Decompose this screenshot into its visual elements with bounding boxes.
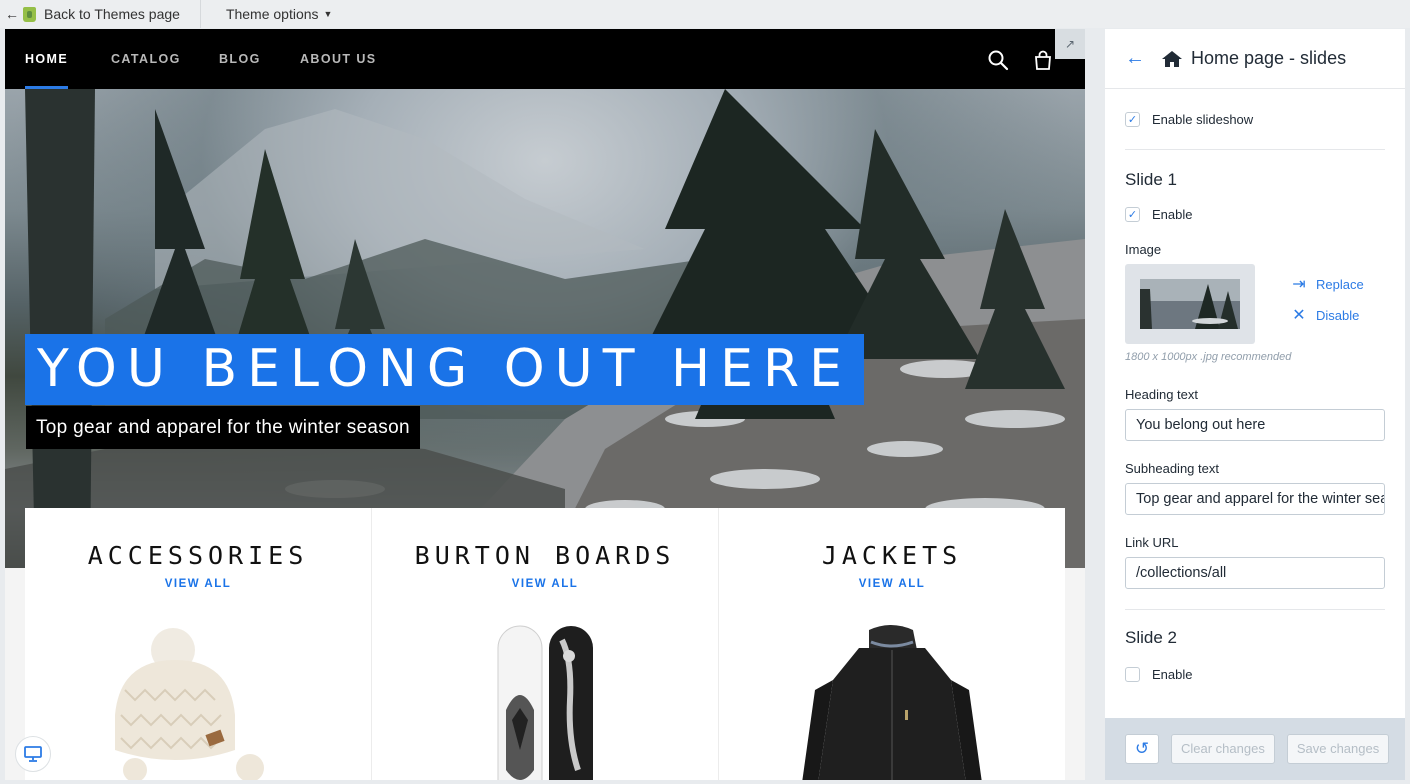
heading-text-label: Heading text bbox=[1125, 387, 1198, 402]
hero-slideshow[interactable]: YOU BELONG OUT HERE Top gear and apparel… bbox=[5, 89, 1085, 568]
back-to-themes-label: Back to Themes page bbox=[44, 6, 180, 22]
slide-2-enable-label: Enable bbox=[1152, 666, 1193, 682]
home-icon bbox=[1162, 50, 1182, 67]
top-bar: ← Back to Themes page Theme options ▼ bbox=[0, 0, 1410, 28]
beanie-image bbox=[115, 628, 264, 780]
enable-slideshow-label: Enable slideshow bbox=[1152, 111, 1254, 127]
featured-collections: ACCESSORIES VIEW ALL BURTON BOARDS VIEW … bbox=[25, 508, 1065, 780]
slide-1-enable-row[interactable]: ✓ Enable bbox=[1125, 204, 1385, 224]
nav-item-home[interactable]: HOME bbox=[25, 29, 69, 89]
search-icon[interactable] bbox=[987, 49, 1009, 71]
theme-preview: HOME CATALOG BLOG ABOUT US ↗ YOU BELONG … bbox=[5, 29, 1085, 780]
collection-card-jackets[interactable]: JACKETS VIEW ALL bbox=[719, 508, 1065, 780]
expand-preview-button[interactable]: ↗ bbox=[1055, 29, 1085, 59]
slide-image-thumbnail[interactable] bbox=[1125, 264, 1255, 344]
slide-1-enable-label: Enable bbox=[1152, 206, 1193, 222]
jacket-image bbox=[802, 625, 982, 780]
hero-heading: YOU BELONG OUT HERE bbox=[25, 334, 864, 405]
cart-icon[interactable] bbox=[1032, 49, 1054, 71]
image-hint: 1800 x 1000px .jpg recommended bbox=[1125, 351, 1292, 363]
heading-text-input[interactable]: You belong out here bbox=[1125, 409, 1385, 441]
view-all-link[interactable]: VIEW ALL bbox=[25, 578, 371, 590]
view-all-link[interactable]: VIEW ALL bbox=[372, 578, 718, 590]
back-to-themes-link[interactable]: ← Back to Themes page bbox=[0, 0, 201, 28]
slide-1-enable-checkbox[interactable]: ✓ bbox=[1125, 206, 1140, 222]
image-actions: ⇥ Replace ✕ Disable bbox=[1290, 274, 1364, 325]
collection-card-burton-boards[interactable]: BURTON BOARDS VIEW ALL bbox=[372, 508, 719, 780]
collection-card-accessories[interactable]: ACCESSORIES VIEW ALL bbox=[25, 508, 372, 780]
theme-options-menu[interactable]: Theme options ▼ bbox=[201, 6, 333, 22]
store-nav: HOME CATALOG BLOG ABOUT US ↗ bbox=[5, 29, 1085, 89]
clear-changes-button[interactable]: Clear changes bbox=[1171, 734, 1275, 764]
subheading-text-label: Subheading text bbox=[1125, 461, 1219, 476]
replace-icon: ⇥ bbox=[1292, 276, 1306, 293]
desktop-icon bbox=[24, 746, 42, 762]
divider bbox=[1125, 149, 1385, 150]
panel-header: ← Home page - slides bbox=[1105, 29, 1405, 89]
shopify-logo-icon bbox=[23, 6, 36, 22]
image-label: Image bbox=[1125, 242, 1162, 257]
collection-title: ACCESSORIES bbox=[87, 541, 309, 570]
theme-options-label: Theme options bbox=[225, 6, 319, 22]
enable-slideshow-row[interactable]: ✓ Enable slideshow bbox=[1125, 109, 1385, 129]
save-changes-button[interactable]: Save changes bbox=[1286, 734, 1390, 764]
caret-down-icon: ▼ bbox=[323, 9, 333, 19]
nav-item-blog[interactable]: BLOG bbox=[219, 29, 261, 89]
slide-2-enable-row[interactable]: Enable bbox=[1125, 664, 1385, 684]
view-all-link[interactable]: VIEW ALL bbox=[719, 578, 1065, 590]
subheading-text-input[interactable]: Top gear and apparel for the winter seas… bbox=[1125, 483, 1385, 515]
disable-label: Disable bbox=[1316, 307, 1360, 323]
undo-button[interactable]: ↺ bbox=[1125, 734, 1159, 764]
close-icon: ✕ bbox=[1292, 307, 1306, 324]
expand-icon: ↗ bbox=[1064, 37, 1076, 51]
slide-2-enable-checkbox[interactable] bbox=[1125, 666, 1140, 682]
replace-label: Replace bbox=[1316, 276, 1364, 292]
nav-item-about-us[interactable]: ABOUT US bbox=[300, 29, 376, 89]
undo-icon: ↺ bbox=[1134, 739, 1150, 758]
back-arrow-icon: ← bbox=[5, 6, 19, 22]
panel-back-arrow-icon[interactable]: ← bbox=[1125, 47, 1161, 70]
disable-image-button[interactable]: ✕ Disable bbox=[1290, 305, 1364, 325]
nav-item-catalog[interactable]: CATALOG bbox=[111, 29, 181, 89]
snowboards-image bbox=[497, 625, 593, 780]
slide-1-title: Slide 1 bbox=[1125, 170, 1177, 189]
slide-thumbnail-image bbox=[1140, 279, 1240, 329]
slide-2-title: Slide 2 bbox=[1125, 628, 1177, 647]
link-url-label: Link URL bbox=[1125, 535, 1179, 550]
panel-title: Home page - slides bbox=[1191, 48, 1347, 68]
enable-slideshow-checkbox[interactable]: ✓ bbox=[1125, 111, 1140, 127]
hero-landscape-image bbox=[5, 89, 1085, 568]
hero-subheading: Top gear and apparel for the winter seas… bbox=[26, 406, 420, 449]
desktop-view-button[interactable] bbox=[15, 736, 51, 772]
panel-footer: ↺ Clear changes Save changes bbox=[1105, 718, 1405, 780]
replace-image-button[interactable]: ⇥ Replace bbox=[1290, 274, 1364, 294]
divider bbox=[1125, 609, 1385, 610]
collection-title: JACKETS bbox=[821, 541, 963, 570]
collection-title: BURTON BOARDS bbox=[414, 541, 676, 570]
settings-panel: ← Home page - slides ✓ Enable slideshow … bbox=[1105, 29, 1405, 780]
link-url-input[interactable]: /collections/all bbox=[1125, 557, 1385, 589]
